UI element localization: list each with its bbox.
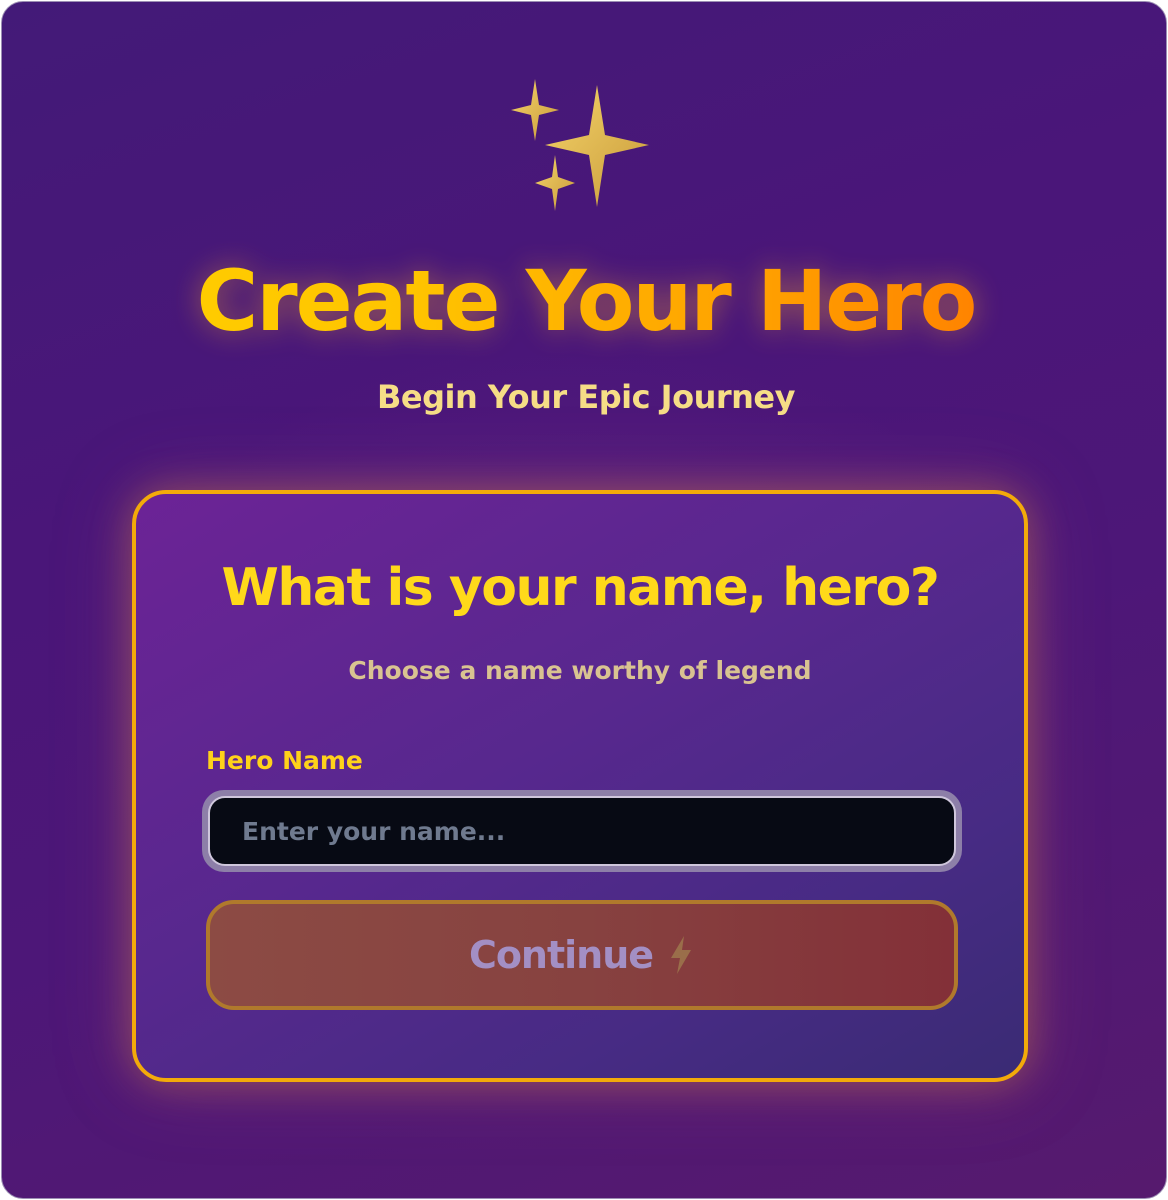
- hero-name-input[interactable]: [208, 796, 956, 866]
- sparkles-icon: [511, 79, 649, 211]
- continue-button-label: Continue: [468, 933, 654, 977]
- hero-name-card: What is your name, hero? Choose a name w…: [132, 490, 1028, 1082]
- lightning-bolt-icon: [671, 936, 692, 974]
- card-heading: What is your name, hero?: [221, 558, 940, 618]
- app-window: Create Your Hero Begin Your Epic Journey…: [1, 1, 1167, 1199]
- page-title: Create Your Hero: [2, 246, 1166, 356]
- page-subtitle: Begin Your Epic Journey: [377, 378, 795, 416]
- hero-name-label: Hero Name: [206, 746, 363, 775]
- hero-name-field-wrapper: [202, 790, 962, 872]
- continue-button[interactable]: Continue: [206, 900, 958, 1010]
- card-description: Choose a name worthy of legend: [348, 656, 812, 685]
